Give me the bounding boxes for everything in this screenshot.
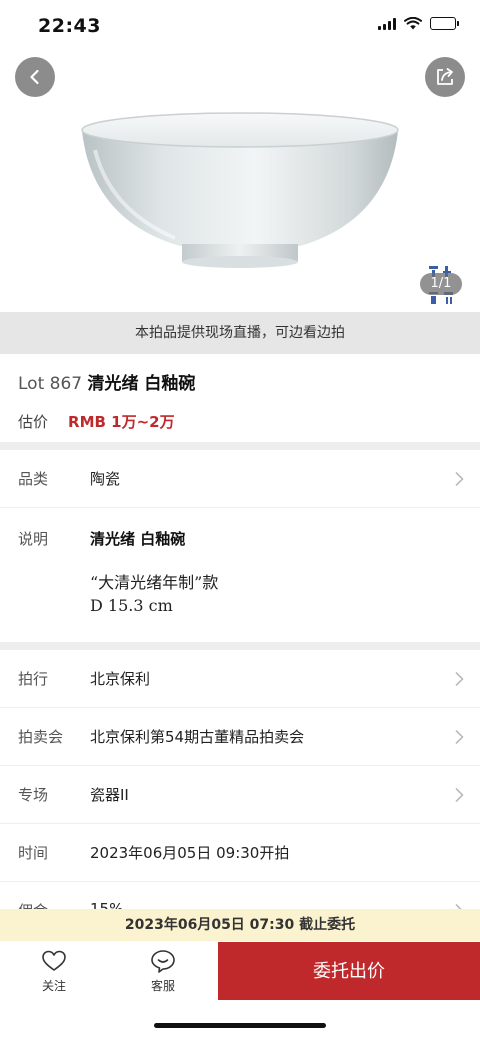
sale-value: 北京保利第54期古董精品拍卖会 bbox=[90, 728, 305, 746]
status-time: 22:43 bbox=[38, 15, 101, 37]
home-indicator bbox=[154, 1023, 326, 1028]
lot-number: Lot 867 bbox=[18, 374, 83, 394]
status-bar: 22:43 bbox=[0, 0, 480, 52]
wifi-icon bbox=[404, 17, 422, 30]
category-value: 陶瓷 bbox=[90, 470, 121, 488]
back-button[interactable] bbox=[15, 57, 55, 97]
follow-button[interactable]: 关注 bbox=[14, 949, 94, 994]
session-value: 瓷器II bbox=[90, 786, 129, 804]
chevron-right-icon bbox=[455, 729, 464, 745]
lot-name: 清光绪 白釉碗 bbox=[87, 374, 196, 394]
share-button[interactable] bbox=[425, 57, 465, 97]
share-icon bbox=[437, 68, 453, 85]
live-stream-banner: 本拍品提供现场直播，可边看边拍 bbox=[0, 312, 480, 354]
chevron-right-icon bbox=[455, 787, 464, 803]
commission-bid-button[interactable]: 委托出价 bbox=[218, 942, 480, 1000]
heart-icon bbox=[42, 950, 66, 971]
estimate-value: RMB 1万~2万 bbox=[68, 413, 175, 431]
image-counter: 1/1 bbox=[420, 273, 462, 295]
chat-bubble-icon bbox=[151, 950, 175, 973]
battery-icon bbox=[430, 17, 459, 30]
chevron-right-icon bbox=[455, 471, 464, 487]
description-line: D 15.3 cm bbox=[90, 596, 173, 615]
category-label: 品类 bbox=[18, 470, 49, 488]
follow-label: 关注 bbox=[41, 979, 66, 993]
back-arrow-icon bbox=[30, 69, 39, 85]
time-label: 时间 bbox=[18, 844, 49, 862]
description-label: 说明 bbox=[18, 530, 49, 548]
session-label: 专场 bbox=[18, 786, 49, 804]
estimate: 估价 RMB 1万~2万 bbox=[18, 411, 175, 432]
sale-label: 拍卖会 bbox=[18, 728, 64, 746]
signal-icon bbox=[378, 17, 396, 30]
bottom-action-bar: 关注 客服 委托出价 bbox=[0, 941, 480, 1039]
auction-house-row[interactable]: 拍行 北京保利 bbox=[0, 650, 480, 708]
auction-house-value: 北京保利 bbox=[90, 670, 151, 688]
description-title: 清光绪 白釉碗 bbox=[90, 530, 186, 548]
deadline-notice: 2023年06月05日 07:30 截止委托 bbox=[0, 909, 480, 941]
chevron-right-icon bbox=[455, 671, 464, 687]
service-label: 客服 bbox=[150, 979, 175, 993]
time-row: 时间 2023年06月05日 09:30开拍 bbox=[0, 824, 480, 882]
category-row[interactable]: 品类 陶瓷 bbox=[0, 450, 480, 508]
sale-row[interactable]: 拍卖会 北京保利第54期古董精品拍卖会 bbox=[0, 708, 480, 766]
section-divider bbox=[0, 642, 480, 650]
lot-title: Lot 867 清光绪 白釉碗 bbox=[18, 369, 195, 394]
session-row[interactable]: 专场 瓷器II bbox=[0, 766, 480, 824]
section-divider bbox=[0, 442, 480, 450]
description-line: “大清光绪年制”款 bbox=[90, 573, 219, 592]
estimate-label: 估价 bbox=[18, 413, 49, 431]
description-block: 说明 清光绪 白釉碗 “大清光绪年制”款 D 15.3 cm bbox=[0, 508, 480, 642]
time-value: 2023年06月05日 09:30开拍 bbox=[90, 844, 290, 862]
customer-service-button[interactable]: 客服 bbox=[123, 949, 203, 994]
auction-house-label: 拍行 bbox=[18, 670, 49, 688]
status-icons bbox=[378, 17, 459, 30]
